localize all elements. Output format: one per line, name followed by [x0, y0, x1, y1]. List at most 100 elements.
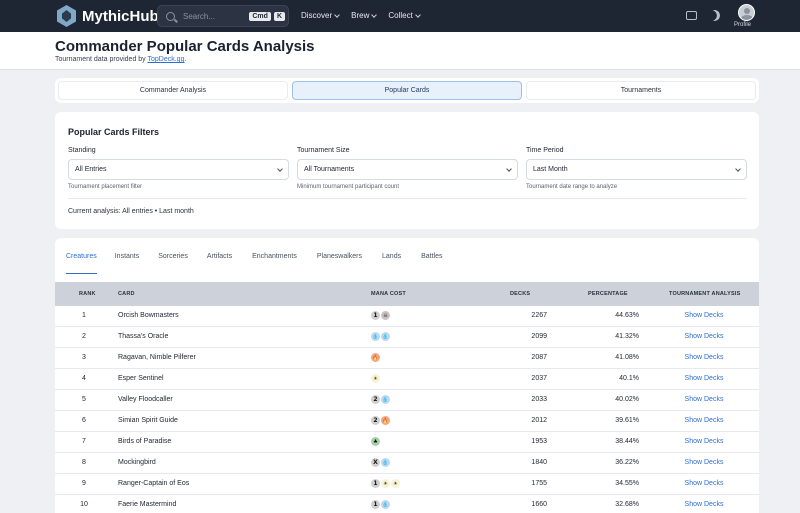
percentage-cell: 39.61%: [615, 417, 639, 424]
tab-instants[interactable]: Instants: [115, 238, 140, 274]
card-name[interactable]: Birds of Paradise: [118, 438, 171, 445]
decks-cell: 2099: [531, 333, 547, 340]
card-name[interactable]: Ragavan, Nimble Pilferer: [118, 354, 196, 361]
tab-planeswalkers[interactable]: Planeswalkers: [317, 238, 362, 274]
chevron-down-icon: [735, 165, 741, 172]
rank-cell: 1: [82, 312, 86, 319]
logo[interactable]: MythicHub: [57, 5, 159, 27]
kbd-k: K: [273, 11, 285, 21]
show-decks-link[interactable]: Show Decks: [669, 312, 739, 319]
tab-creatures[interactable]: Creatures: [66, 238, 97, 274]
period-select[interactable]: Last Month: [526, 159, 747, 180]
tab-enchantments[interactable]: Enchantments: [252, 238, 297, 274]
mana-generic-icon: 2: [371, 416, 380, 425]
nav-brew[interactable]: Brew: [351, 11, 378, 20]
mana-blue-icon: 💧: [381, 395, 390, 404]
table-row: 4 Esper Sentinel 2037 40.1% Show Decks ☀: [55, 369, 759, 390]
percentage-cell: 38.44%: [615, 438, 639, 445]
mana-cost: 1 ☠: [371, 311, 390, 320]
tab-popular-cards[interactable]: Popular Cards: [292, 81, 522, 100]
header-mana-cost[interactable]: MANA COST: [371, 291, 406, 297]
tab-sorceries[interactable]: Sorceries: [158, 238, 188, 274]
chevron-down-icon: [334, 11, 340, 18]
period-label: Time Period: [526, 147, 564, 154]
header-rank[interactable]: RANK: [79, 291, 96, 297]
subtitle-period: .: [184, 56, 187, 63]
standing-select[interactable]: All Entries: [68, 159, 289, 180]
rank-cell: 4: [82, 375, 86, 382]
show-decks-link[interactable]: Show Decks: [669, 480, 739, 487]
nav-brew-label: Brew: [351, 11, 370, 20]
card-name[interactable]: Esper Sentinel: [118, 375, 164, 382]
size-select[interactable]: All Tournaments: [297, 159, 518, 180]
show-decks-link[interactable]: Show Decks: [669, 417, 739, 424]
show-decks-link[interactable]: Show Decks: [669, 333, 739, 340]
tab-artifacts[interactable]: Artifacts: [207, 238, 232, 274]
table-row: 7 Birds of Paradise 1953 38.44% Show Decks ♣: [55, 432, 759, 453]
rank-cell: 2: [82, 333, 86, 340]
table-row: 3 Ragavan, Nimble Pilferer 2087 41.08% Show …: [55, 348, 759, 369]
header-percentage[interactable]: PERCENTAGE: [588, 291, 628, 297]
decks-cell: 2012: [531, 417, 547, 424]
percentage-cell: 34.55%: [615, 480, 639, 487]
standing-label: Standing: [68, 147, 96, 154]
mana-generic-icon: 1: [371, 479, 380, 488]
topdeck-link[interactable]: TopDeck.gg: [148, 56, 185, 63]
percentage-cell: 40.02%: [615, 396, 639, 403]
tab-battles[interactable]: Battles: [421, 238, 442, 274]
mana-white-icon: ☀: [391, 479, 400, 488]
show-decks-link[interactable]: Show Decks: [669, 375, 739, 382]
show-decks-link[interactable]: Show Decks: [669, 501, 739, 508]
category-tabs: Creatures Instants Sorceries Artifacts E…: [66, 238, 443, 274]
avatar[interactable]: [738, 4, 755, 21]
card-name[interactable]: Mockingbird: [118, 459, 156, 466]
tab-commander-analysis[interactable]: Commander Analysis: [58, 81, 288, 100]
mana-cost: ♣: [371, 437, 380, 446]
mana-generic-icon: 2: [371, 395, 380, 404]
card-name[interactable]: Ranger-Captain of Eos: [118, 480, 189, 487]
search-box[interactable]: Search... Cmd K: [157, 5, 289, 27]
mana-cost: 1 💧: [371, 500, 390, 509]
moon-icon[interactable]: [707, 8, 721, 22]
decks-cell: 1660: [531, 501, 547, 508]
table-row: 6 Simian Spirit Guide 2012 39.61% Show Decks…: [55, 411, 759, 432]
percentage-cell: 44.63%: [615, 312, 639, 319]
show-decks-link[interactable]: Show Decks: [669, 438, 739, 445]
filters-title: Popular Cards Filters: [68, 127, 160, 137]
card-name[interactable]: Faerie Mastermind: [118, 501, 176, 508]
page-header: Commander Popular Cards Analysis Tournam…: [0, 32, 800, 70]
header-card[interactable]: CARD: [118, 291, 135, 297]
show-decks-link[interactable]: Show Decks: [669, 396, 739, 403]
search-icon: [166, 11, 175, 21]
mana-cost: 💧 💧: [371, 332, 390, 341]
size-help: Minimum tournament participant count: [297, 184, 400, 190]
mana-cost: 2 💧: [371, 395, 390, 404]
mana-generic-icon: X: [371, 458, 380, 467]
tab-lands[interactable]: Lands: [382, 238, 401, 274]
table-header: RANK CARD MANA COST DECKS PERCENTAGE TOU…: [55, 282, 759, 306]
table-row: 1 Orcish Bowmasters 2267 44.63% Show Decks 1 ☠: [55, 306, 759, 327]
show-decks-link[interactable]: Show Decks: [669, 459, 739, 466]
card-name[interactable]: Simian Spirit Guide: [118, 417, 178, 424]
chat-icon[interactable]: [686, 11, 697, 20]
profile-label[interactable]: Profile: [734, 22, 751, 28]
card-name[interactable]: Valley Floodcaller: [118, 396, 173, 403]
chevron-down-icon: [277, 165, 283, 172]
nav-discover[interactable]: Discover: [301, 11, 340, 20]
card-name[interactable]: Orcish Bowmasters: [118, 312, 179, 319]
current-analysis: Current analysis: All entries • Last mon…: [68, 208, 194, 215]
standing-value: All Entries: [75, 166, 107, 173]
nav-collect[interactable]: Collect: [388, 11, 421, 20]
size-filter: Tournament Size All Tournaments Minimum …: [297, 147, 518, 190]
card-name[interactable]: Thassa's Oracle: [118, 333, 168, 340]
table-row: 8 Mockingbird 1840 36.22% Show Decks X 💧: [55, 453, 759, 474]
table-row: 10 Faerie Mastermind 1660 32.68% Show Decks 1…: [55, 495, 759, 513]
tab-tournaments[interactable]: Tournaments: [526, 81, 756, 100]
table-row: 2 Thassa's Oracle 2099 41.32% Show Decks 💧 💧: [55, 327, 759, 348]
percentage-cell: 36.22%: [615, 459, 639, 466]
header-decks[interactable]: DECKS: [510, 291, 530, 297]
page-title: Commander Popular Cards Analysis: [55, 38, 315, 55]
show-decks-link[interactable]: Show Decks: [669, 354, 739, 361]
filters-card: Popular Cards Filters Standing All Entri…: [55, 112, 759, 229]
mana-green-icon: ♣: [371, 437, 380, 446]
